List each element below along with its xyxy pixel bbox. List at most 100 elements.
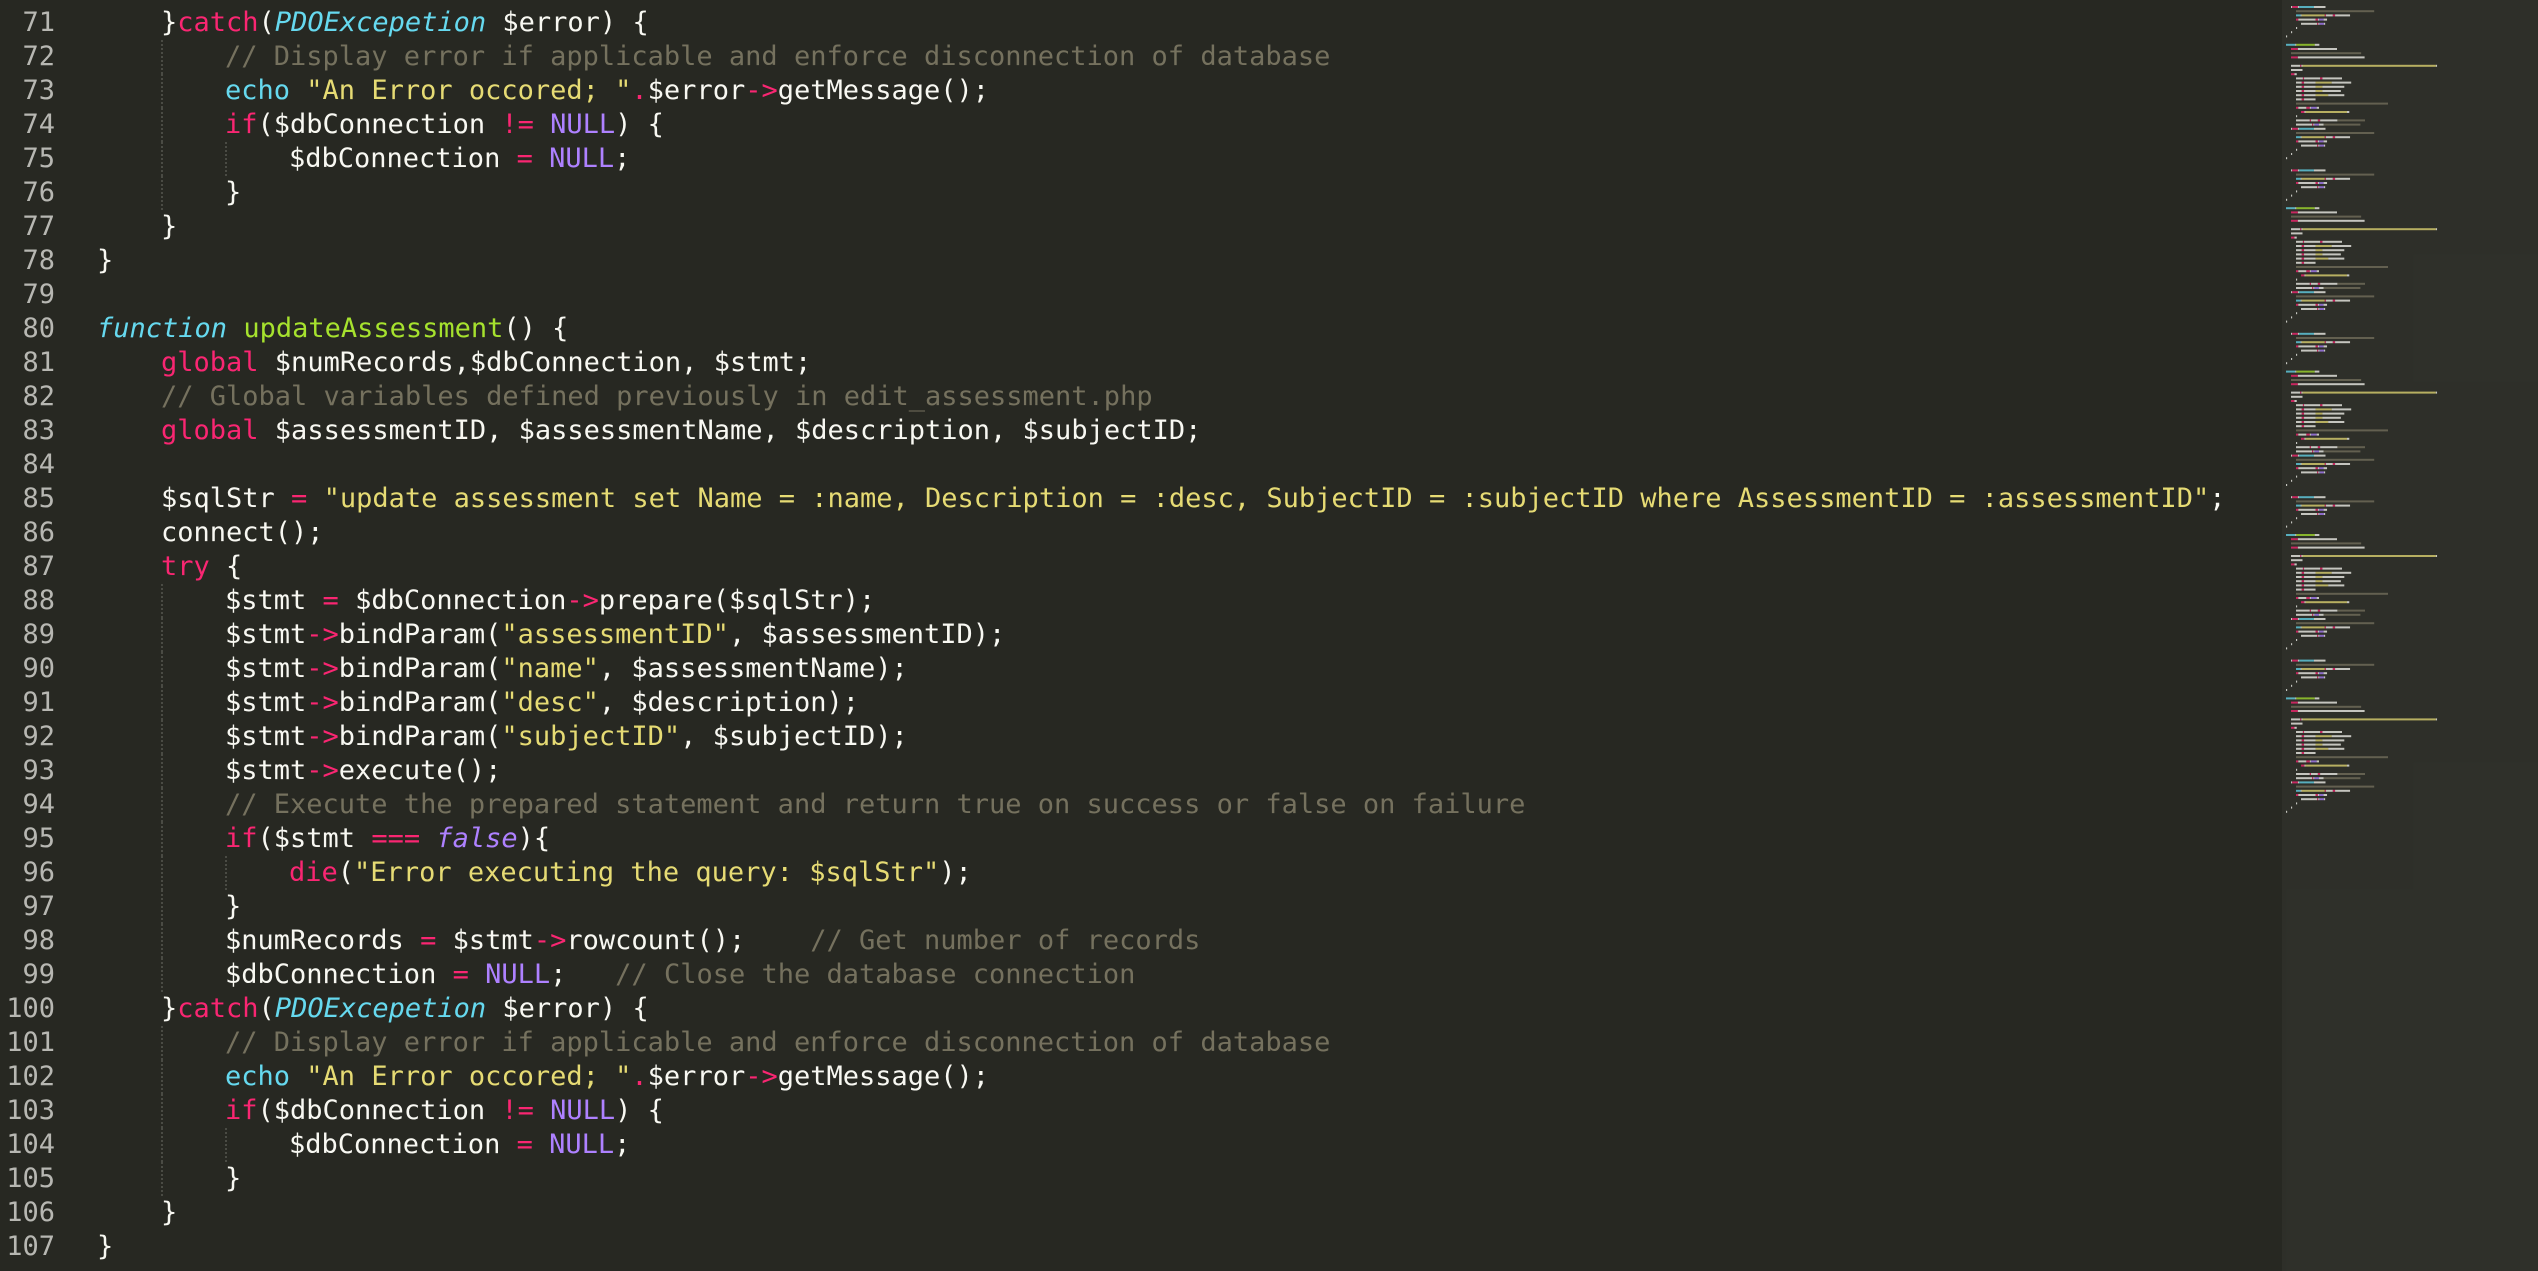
minimap-token (2317, 18, 2319, 21)
code-line[interactable]: 82 // Global variables defined previously… (0, 380, 2270, 414)
minimap-token (2297, 618, 2300, 620)
line-number[interactable]: 99 (0, 958, 55, 992)
code-text: $stmt = $dbConnection->prepare($sqlStr); (225, 584, 875, 618)
line-number[interactable]: 74 (0, 108, 55, 142)
line-number[interactable]: 100 (0, 992, 55, 1026)
minimap-token (2331, 408, 2352, 411)
line-number[interactable]: 101 (0, 1026, 55, 1060)
code-line[interactable]: 81 global $numRecords,$dbConnection, $stm… (0, 346, 2270, 380)
code-line[interactable]: 75 $dbConnection = NULL; (0, 142, 2270, 176)
code-line[interactable]: 94 // Execute the prepared statement and … (0, 788, 2270, 822)
line-number[interactable]: 72 (0, 40, 55, 74)
indent-guide (225, 1128, 227, 1162)
line-number[interactable]: 79 (0, 278, 55, 312)
code-line[interactable]: 76} (0, 176, 2270, 210)
code-line[interactable]: 79 (0, 278, 2270, 312)
code-line[interactable]: 107} (0, 1230, 2270, 1264)
code-line[interactable]: 92 $stmt->bindParam("subjectID", $subject… (0, 720, 2270, 754)
line-number[interactable]: 103 (0, 1094, 55, 1128)
line-number[interactable]: 73 (0, 74, 55, 108)
code-token: NULL (485, 959, 551, 990)
line-number[interactable]: 96 (0, 856, 55, 890)
line-number[interactable]: 77 (0, 210, 55, 244)
code-line[interactable]: 77} (0, 210, 2270, 244)
minimap-token (2298, 18, 2316, 21)
line-number[interactable]: 105 (0, 1162, 55, 1196)
code-line[interactable]: 88 $stmt = $dbConnection->prepare($sqlStr… (0, 584, 2270, 618)
code-line[interactable]: 96 die("Error executing the query: $sqlSt… (0, 856, 2270, 890)
code-line[interactable]: 98 $numRecords = $stmt->rowcount(); // Ge… (0, 924, 2270, 958)
line-number[interactable]: 94 (0, 788, 55, 822)
code-line[interactable]: 97} (0, 890, 2270, 924)
line-number[interactable]: 104 (0, 1128, 55, 1162)
code-editor[interactable]: 71}catch(PDOExcepetion $error) {72// Dis… (0, 0, 2538, 1271)
code-line[interactable]: 100}catch(PDOExcepetion $error) { (0, 992, 2270, 1026)
line-number[interactable]: 75 (0, 142, 55, 176)
code-line[interactable]: 84 (0, 448, 2270, 482)
minimap-token (2301, 789, 2325, 792)
minimap-token (2435, 391, 2438, 394)
line-number[interactable]: 88 (0, 584, 55, 618)
code-line[interactable]: 74 if($dbConnection != NULL) { (0, 108, 2270, 142)
code-line[interactable]: 90 $stmt->bindParam("name", $assessmentNa… (0, 652, 2270, 686)
line-number[interactable]: 71 (0, 6, 55, 40)
code-line[interactable]: 80 function updateAssessment() { (0, 312, 2270, 346)
line-number[interactable]: 107 (0, 1230, 55, 1264)
code-token: ($dbConnection (257, 1095, 502, 1126)
line-number[interactable]: 92 (0, 720, 55, 754)
code-line[interactable]: 99 $dbConnection = NULL; // Close the dat… (0, 958, 2270, 992)
minimap-token (2317, 508, 2319, 511)
indent-guide (161, 108, 163, 142)
code-line[interactable]: 73 echo "An Error occored; ".$error->getM… (0, 74, 2270, 108)
line-number[interactable]: 93 (0, 754, 55, 788)
line-number[interactable]: 102 (0, 1060, 55, 1094)
minimap-token (2296, 249, 2302, 252)
minimap-token (2304, 261, 2316, 264)
code-line[interactable]: 105} (0, 1162, 2270, 1196)
code-line[interactable]: 95 if($stmt === false){ (0, 822, 2270, 856)
line-number[interactable]: 83 (0, 414, 55, 448)
code-line[interactable]: 71}catch(PDOExcepetion $error) { (0, 6, 2270, 40)
line-number[interactable]: 98 (0, 924, 55, 958)
code-line[interactable]: 87 try { (0, 550, 2270, 584)
code-line[interactable]: 86 connect(); (0, 516, 2270, 550)
line-number[interactable]: 90 (0, 652, 55, 686)
line-number[interactable]: 80 (0, 312, 55, 346)
code-line[interactable]: 72 // Display error if applicable and enf… (0, 40, 2270, 74)
line-number[interactable]: 84 (0, 448, 55, 482)
code-line[interactable]: 103 if($dbConnection != NULL) { (0, 1094, 2270, 1128)
code-line[interactable]: 89 $stmt->bindParam("assessmentID", $asse… (0, 618, 2270, 652)
minimap-token (2314, 613, 2319, 616)
code-line[interactable]: 78} (0, 244, 2270, 278)
line-number[interactable]: 106 (0, 1196, 55, 1230)
minimap[interactable] (2270, 0, 2538, 1271)
line-number[interactable]: 78 (0, 244, 55, 278)
line-number[interactable]: 89 (0, 618, 55, 652)
minimap-token (2310, 106, 2317, 109)
code-line[interactable]: 85 $sqlStr = "update assessment set Name … (0, 482, 2270, 516)
code-line[interactable]: 91 $stmt->bindParam("desc", $description)… (0, 686, 2270, 720)
code-line[interactable]: 102 echo "An Error occored; ".$error->get… (0, 1060, 2270, 1094)
code-line[interactable]: 101 // Display error if applicable and en… (0, 1026, 2270, 1060)
code-area[interactable]: 71}catch(PDOExcepetion $error) {72// Dis… (0, 6, 2270, 1264)
line-number[interactable]: 97 (0, 890, 55, 924)
line-number[interactable]: 91 (0, 686, 55, 720)
line-number[interactable]: 87 (0, 550, 55, 584)
minimap-token (2296, 571, 2302, 574)
line-number[interactable]: 82 (0, 380, 55, 414)
code-line[interactable]: 93 $stmt->execute(); (0, 754, 2270, 788)
minimap-token (2301, 626, 2325, 629)
minimap-token (2317, 182, 2319, 184)
code-line[interactable]: 106} (0, 1196, 2270, 1230)
line-number[interactable]: 81 (0, 346, 55, 380)
code-line[interactable]: 104 $dbConnection = NULL; (0, 1128, 2270, 1162)
line-number[interactable]: 86 (0, 516, 55, 550)
line-number[interactable]: 76 (0, 176, 55, 210)
line-number[interactable]: 95 (0, 822, 55, 856)
minimap-token (2286, 43, 2296, 46)
line-number[interactable]: 85 (0, 482, 55, 516)
minimap-token (2306, 270, 2310, 273)
code-line[interactable]: 83 global $assessmentID, $assessmentName,… (0, 414, 2270, 448)
minimap-token (2296, 663, 2375, 666)
code-token: rowcount(); (566, 925, 811, 956)
